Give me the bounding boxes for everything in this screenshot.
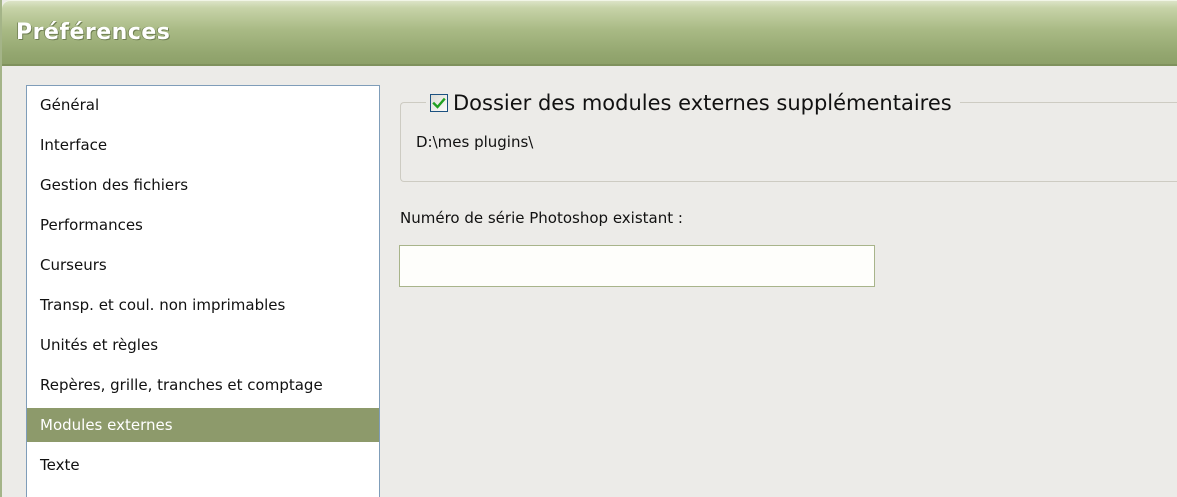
preferences-category-list[interactable]: Général Interface Gestion des fichiers P… xyxy=(26,85,380,497)
sidebar-item-file-handling[interactable]: Gestion des fichiers xyxy=(27,168,379,202)
plugins-folder-path: D:\mes plugins\ xyxy=(416,133,534,151)
window-title: Préférences xyxy=(16,20,171,45)
serial-number-label: Numéro de série Photoshop existant : xyxy=(400,209,683,227)
plugins-folder-legend: Dossier des modules externes supplémenta… xyxy=(426,88,960,118)
sidebar-item-units-rulers[interactable]: Unités et règles xyxy=(27,328,379,362)
title-bar[interactable]: Préférences xyxy=(2,0,1177,66)
title-divider xyxy=(2,64,1177,66)
sidebar-item-performance[interactable]: Performances xyxy=(27,208,379,242)
sidebar-item-transparency-gamut[interactable]: Transp. et coul. non imprimables xyxy=(27,288,379,322)
sidebar-item-interface[interactable]: Interface xyxy=(27,128,379,162)
preferences-window: Préférences Général Interface Gestion de… xyxy=(0,0,1177,497)
checkmark-icon xyxy=(432,97,446,109)
sidebar-item-type[interactable]: Texte xyxy=(27,448,379,482)
sidebar-item-plugins[interactable]: Modules externes xyxy=(27,408,379,442)
sidebar-item-guides-grid-slices[interactable]: Repères, grille, tranches et comptage xyxy=(27,368,379,402)
serial-number-input[interactable] xyxy=(399,245,875,287)
sidebar-item-cursors[interactable]: Curseurs xyxy=(27,248,379,282)
sidebar-item-general[interactable]: Général xyxy=(27,88,379,122)
plugins-folder-checkbox[interactable] xyxy=(430,94,448,112)
plugins-folder-checkbox-label[interactable]: Dossier des modules externes supplémenta… xyxy=(453,91,952,115)
